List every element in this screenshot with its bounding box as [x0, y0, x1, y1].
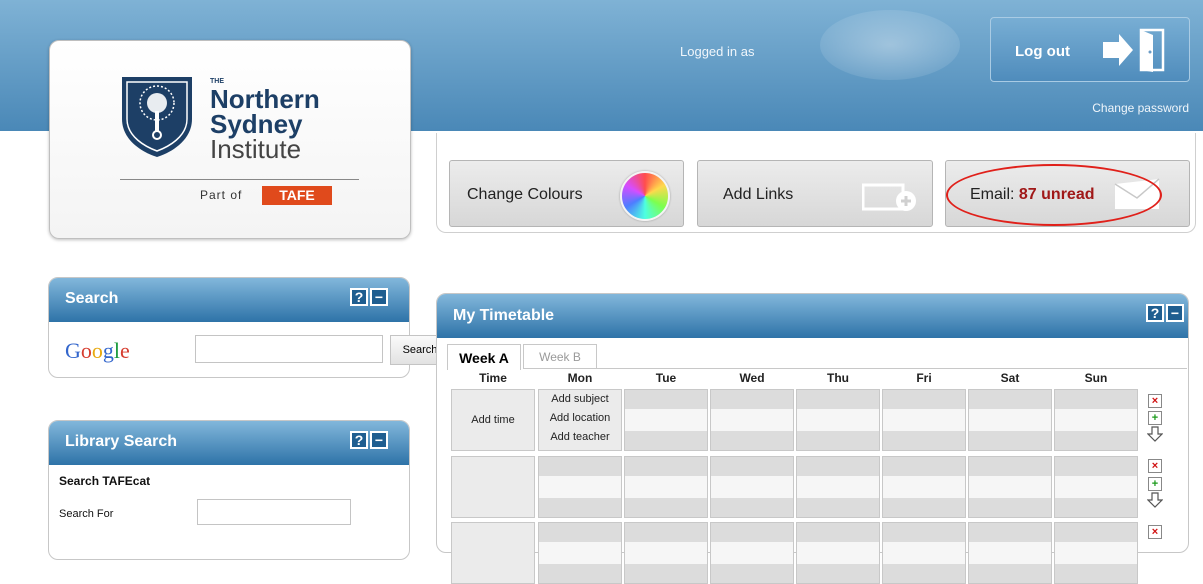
nsi-shield-logo	[122, 77, 192, 157]
timetable-cell-wed[interactable]	[710, 389, 794, 451]
delete-row-button[interactable]: ×	[1148, 459, 1162, 473]
timetable-cell-thu[interactable]	[796, 522, 880, 584]
column-header-tue: Tue	[655, 371, 677, 385]
timetable-cell-fri[interactable]	[882, 522, 966, 584]
add-links-button[interactable]: Add Links	[697, 160, 933, 227]
add-subject-link[interactable]: Add subject	[539, 390, 621, 409]
library-search-widget: Library Search ? − Search TAFEcat Search…	[48, 420, 410, 560]
library-widget-title: Library Search	[65, 433, 178, 450]
tab-underline	[597, 368, 1187, 369]
google-search-input[interactable]	[195, 335, 383, 363]
tafe-logo: TAFE	[262, 186, 332, 205]
column-header-fri: Fri	[916, 371, 932, 385]
change-password-link[interactable]: Change password	[1092, 101, 1189, 115]
library-search-input[interactable]	[197, 499, 351, 525]
email-highlight-circle	[946, 164, 1162, 226]
timetable-cell-mon[interactable]: Add subject Add location Add teacher	[538, 389, 622, 451]
logo-institute: Institute	[210, 134, 302, 164]
timetable-cell-mon[interactable]	[538, 522, 622, 584]
timetable-cell-sat[interactable]	[968, 389, 1052, 451]
timetable-cell-sun[interactable]	[1054, 389, 1138, 451]
delete-row-button[interactable]: ×	[1148, 394, 1162, 408]
add-time-link[interactable]: Add time	[452, 390, 534, 450]
change-colours-button[interactable]: Change Colours	[449, 160, 684, 227]
column-header-wed: Wed	[739, 371, 765, 385]
colour-wheel-icon	[620, 171, 670, 221]
help-button[interactable]: ?	[350, 288, 368, 306]
timetable-cell-wed[interactable]	[710, 522, 794, 584]
logo-divider	[120, 179, 359, 180]
column-header-time: Time	[479, 371, 507, 385]
logout-door-icon	[1103, 28, 1165, 72]
column-header-sat: Sat	[1000, 371, 1020, 385]
timetable-cell-sat[interactable]	[968, 456, 1052, 518]
timetable-title: My Timetable	[453, 307, 555, 324]
timetable-cell-sun[interactable]	[1054, 456, 1138, 518]
logout-button[interactable]: Log out	[990, 17, 1190, 82]
add-teacher-link[interactable]: Add teacher	[539, 428, 621, 447]
search-widget-header: Search ? −	[49, 278, 409, 322]
google-logo: Google	[65, 338, 130, 364]
minimize-button[interactable]: −	[1166, 304, 1184, 322]
search-widget-title: Search	[65, 290, 119, 307]
add-links-label: Add Links	[723, 186, 794, 203]
move-down-icon[interactable]	[1147, 426, 1163, 442]
logout-label: Log out	[1015, 43, 1070, 60]
timetable-cell-mon[interactable]	[538, 456, 622, 518]
timetable-cell-tue[interactable]	[624, 522, 708, 584]
time-cell[interactable]: Add time	[451, 389, 535, 451]
timetable-widget: My Timetable ? − Week A Week B Time Mon …	[436, 293, 1189, 584]
google-letter: G	[65, 338, 81, 363]
header-glow	[820, 10, 960, 80]
search-widget: Search ? − Google Search	[48, 277, 450, 378]
delete-row-button[interactable]: ×	[1148, 525, 1162, 539]
tab-week-b[interactable]: Week B	[523, 344, 597, 369]
logged-in-label: Logged in as	[680, 44, 755, 59]
minimize-button[interactable]: −	[370, 288, 388, 306]
change-colours-label: Change Colours	[467, 186, 583, 203]
search-for-label: Search For	[59, 508, 114, 520]
minimize-button[interactable]: −	[370, 431, 388, 449]
timetable-cell-thu[interactable]	[796, 456, 880, 518]
library-widget-header: Library Search ? −	[49, 421, 409, 465]
column-header-thu: Thu	[827, 371, 849, 385]
library-subtitle: Search TAFEcat	[59, 474, 151, 488]
timetable-cell-fri[interactable]	[882, 456, 966, 518]
timetable-cell-fri[interactable]	[882, 389, 966, 451]
part-of-label: Part of	[200, 188, 243, 202]
timetable-cell-tue[interactable]	[624, 456, 708, 518]
timetable-cell-tue[interactable]	[624, 389, 708, 451]
move-down-icon[interactable]	[1147, 492, 1163, 508]
logo-card: THE Northern Sydney Institute Part of TA…	[49, 40, 411, 239]
add-row-button[interactable]: +	[1148, 477, 1162, 491]
google-letter: o	[80, 338, 92, 363]
time-cell[interactable]	[451, 456, 535, 518]
add-link-icon	[862, 183, 916, 211]
add-location-link[interactable]: Add location	[539, 409, 621, 428]
time-cell[interactable]	[451, 522, 535, 584]
google-letter: e	[120, 338, 130, 363]
column-header-mon: Mon	[567, 371, 593, 385]
help-button[interactable]: ?	[350, 431, 368, 449]
timetable-cell-sat[interactable]	[968, 522, 1052, 584]
help-button[interactable]: ?	[1146, 304, 1164, 322]
timetable-cell-wed[interactable]	[710, 456, 794, 518]
google-letter: o	[91, 338, 103, 363]
timetable-header: My Timetable ? −	[437, 294, 1188, 338]
google-letter: g	[102, 338, 114, 363]
tab-week-a[interactable]: Week A	[447, 344, 521, 370]
timetable-cell-sun[interactable]	[1054, 522, 1138, 584]
timetable-cell-thu[interactable]	[796, 389, 880, 451]
column-header-sun: Sun	[1084, 371, 1108, 385]
add-row-button[interactable]: +	[1148, 411, 1162, 425]
